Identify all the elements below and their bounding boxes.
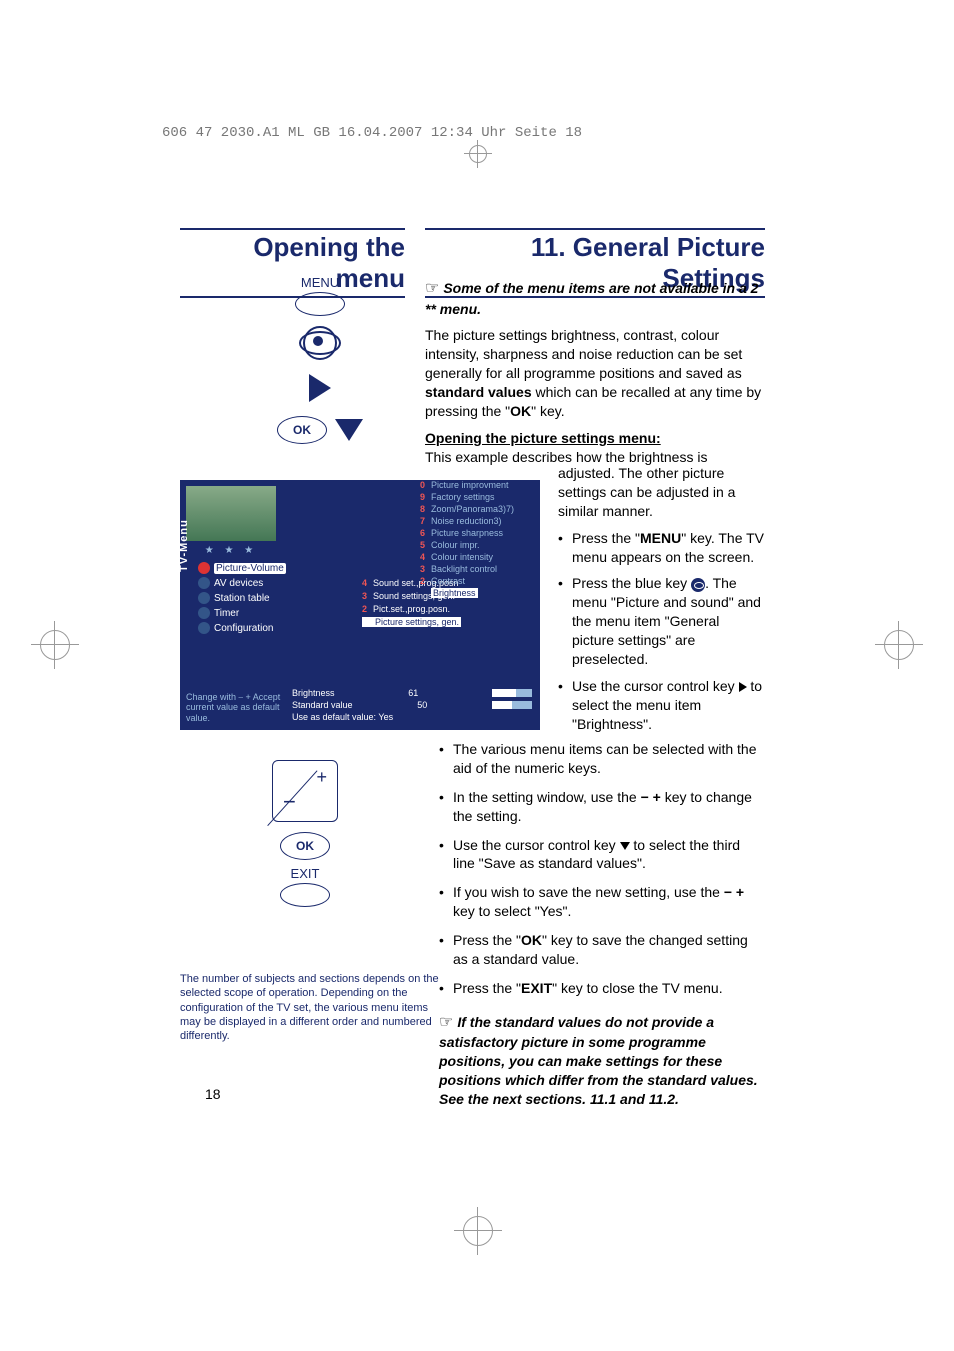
r-label: Factory settings xyxy=(431,492,495,502)
r-num: 2 xyxy=(420,576,428,586)
footnote-text: The number of subjects and sections depe… xyxy=(180,972,440,1043)
menu-row: AV devices xyxy=(214,578,263,589)
r-num: 3 xyxy=(420,564,428,574)
mid-label: Picture settings, gen. xyxy=(375,617,459,627)
menu-button-icon xyxy=(295,292,345,316)
r-label: Colour impr. xyxy=(431,540,480,550)
sub-heading: Opening the picture settings menu: xyxy=(425,429,765,448)
note-bottom: If the standard values do not provide a … xyxy=(439,1014,758,1107)
bullet-item: Press the "OK" key to save the changed s… xyxy=(425,931,765,969)
menu-dot-icon xyxy=(198,592,210,604)
diagram-hint-text: Change with ⎯ + Accept current value as … xyxy=(186,692,286,724)
arrow-right-inline-icon xyxy=(739,682,747,692)
diagram-values-panel: Brightness 61 Standard value 50 Use as d… xyxy=(292,688,532,724)
ok-button-icon: OK xyxy=(277,416,327,444)
r-num: 8 xyxy=(420,504,428,514)
menu-row: Timer xyxy=(214,608,239,619)
arrow-right-icon xyxy=(309,374,331,402)
bullet-item: If you wish to save the new setting, use… xyxy=(425,883,765,921)
tv-preview-thumb xyxy=(186,486,276,541)
r-label: Brightness xyxy=(431,588,478,598)
menu-dot-icon xyxy=(198,607,210,619)
r-label: Picture sharpness xyxy=(431,528,503,538)
hand-icon: ☞ xyxy=(439,1014,453,1031)
r-label: Backlight control xyxy=(431,564,497,574)
arrow-down-icon xyxy=(335,419,363,441)
menu-label: MENU xyxy=(240,275,400,290)
narrow-intro: adjusted. The other picture settings can… xyxy=(558,464,765,521)
para1-a: The picture settings brightness, contras… xyxy=(425,327,742,381)
body-text-narrow: adjusted. The other picture settings can… xyxy=(558,464,765,742)
mid-label: Pict.set.,prog.posn. xyxy=(373,604,450,614)
bar-icon xyxy=(492,689,532,697)
register-mark-left xyxy=(40,630,70,660)
body-text-top: ☞Some of the menu items are not availabl… xyxy=(425,278,765,475)
remote-diagram-top: MENU OK xyxy=(240,275,400,444)
register-mark-bottom xyxy=(463,1216,493,1246)
mid-num: 3 xyxy=(362,591,370,601)
r-label: Noise reduction3) xyxy=(431,516,502,526)
r-num: 7 xyxy=(420,516,428,526)
bullet-item: Press the "EXIT" key to close the TV men… xyxy=(425,979,765,998)
note-top: Some of the menu items are not available… xyxy=(425,280,758,317)
eye-icon xyxy=(303,326,337,360)
menu-row: Station table xyxy=(214,593,270,604)
para1-e: " key. xyxy=(531,403,565,419)
body-text-wide: The various menu items can be selected w… xyxy=(425,740,765,1123)
menu-dot-icon xyxy=(198,577,210,589)
doc-header: 606 47 2030.A1 ML GB 16.04.2007 12:34 Uh… xyxy=(162,125,582,141)
para1-b: standard values xyxy=(425,384,532,400)
panel-brightness-label: Brightness xyxy=(292,688,335,698)
r-label: Picture improvment xyxy=(431,480,509,490)
remote-diagram-bottom: + − OK EXIT xyxy=(245,760,365,917)
panel-default-row: Use as default value: Yes xyxy=(292,712,393,722)
tv-menu-diagram: ★ ★ ★ TV-Menu Picture-Volume AV devices … xyxy=(180,480,540,730)
menu-row: Configuration xyxy=(214,623,273,634)
register-mark-right xyxy=(884,630,914,660)
r-label: Contrast xyxy=(431,576,465,586)
bar-icon xyxy=(492,701,532,709)
panel-brightness-value: 61 xyxy=(408,688,418,698)
exit-button-icon xyxy=(280,883,330,907)
arrow-down-inline-icon xyxy=(620,842,630,850)
ok-button-icon: OK xyxy=(280,832,330,860)
r-num: 0 xyxy=(420,480,428,490)
menu-dot-icon xyxy=(198,622,210,634)
bullet-item: Use the cursor control key to select the… xyxy=(425,836,765,874)
page-number: 18 xyxy=(205,1086,221,1102)
r-num: 6 xyxy=(420,528,428,538)
bullet-item: Press the blue key . The menu "Picture a… xyxy=(558,574,765,668)
mid-num: 2 xyxy=(362,604,370,614)
rating-stars: ★ ★ ★ xyxy=(186,545,276,556)
volume-rocker-icon: + − xyxy=(272,760,338,822)
bullet-item: In the setting window, use the − + key t… xyxy=(425,788,765,826)
exit-label: EXIT xyxy=(245,866,365,881)
menu-row: Picture-Volume xyxy=(214,563,286,574)
minus-icon: − xyxy=(283,789,296,815)
tv-menu-side-label: TV-Menu xyxy=(178,519,190,572)
panel-standard-label: Standard value xyxy=(292,700,353,710)
menu-dot-icon xyxy=(198,562,210,574)
hand-icon: ☞ xyxy=(425,280,439,297)
para1-d: OK xyxy=(510,403,531,419)
r-num: 5 xyxy=(420,540,428,550)
bullet-item: The various menu items can be selected w… xyxy=(425,740,765,778)
blue-key-icon xyxy=(691,578,705,592)
mid-num: 4 xyxy=(362,578,370,588)
r-num: 4 xyxy=(420,552,428,562)
bullet-item: Press the "MENU" key. The TV menu appear… xyxy=(558,529,765,567)
r-label: Zoom/Panorama3)7) xyxy=(431,504,514,514)
r-label: Colour intensity xyxy=(431,552,493,562)
register-mark-top xyxy=(469,145,487,163)
plus-icon: + xyxy=(316,767,327,788)
panel-standard-value: 50 xyxy=(417,700,427,710)
bullet-item: Use the cursor control key to select the… xyxy=(558,677,765,734)
r-num: 9 xyxy=(420,492,428,502)
